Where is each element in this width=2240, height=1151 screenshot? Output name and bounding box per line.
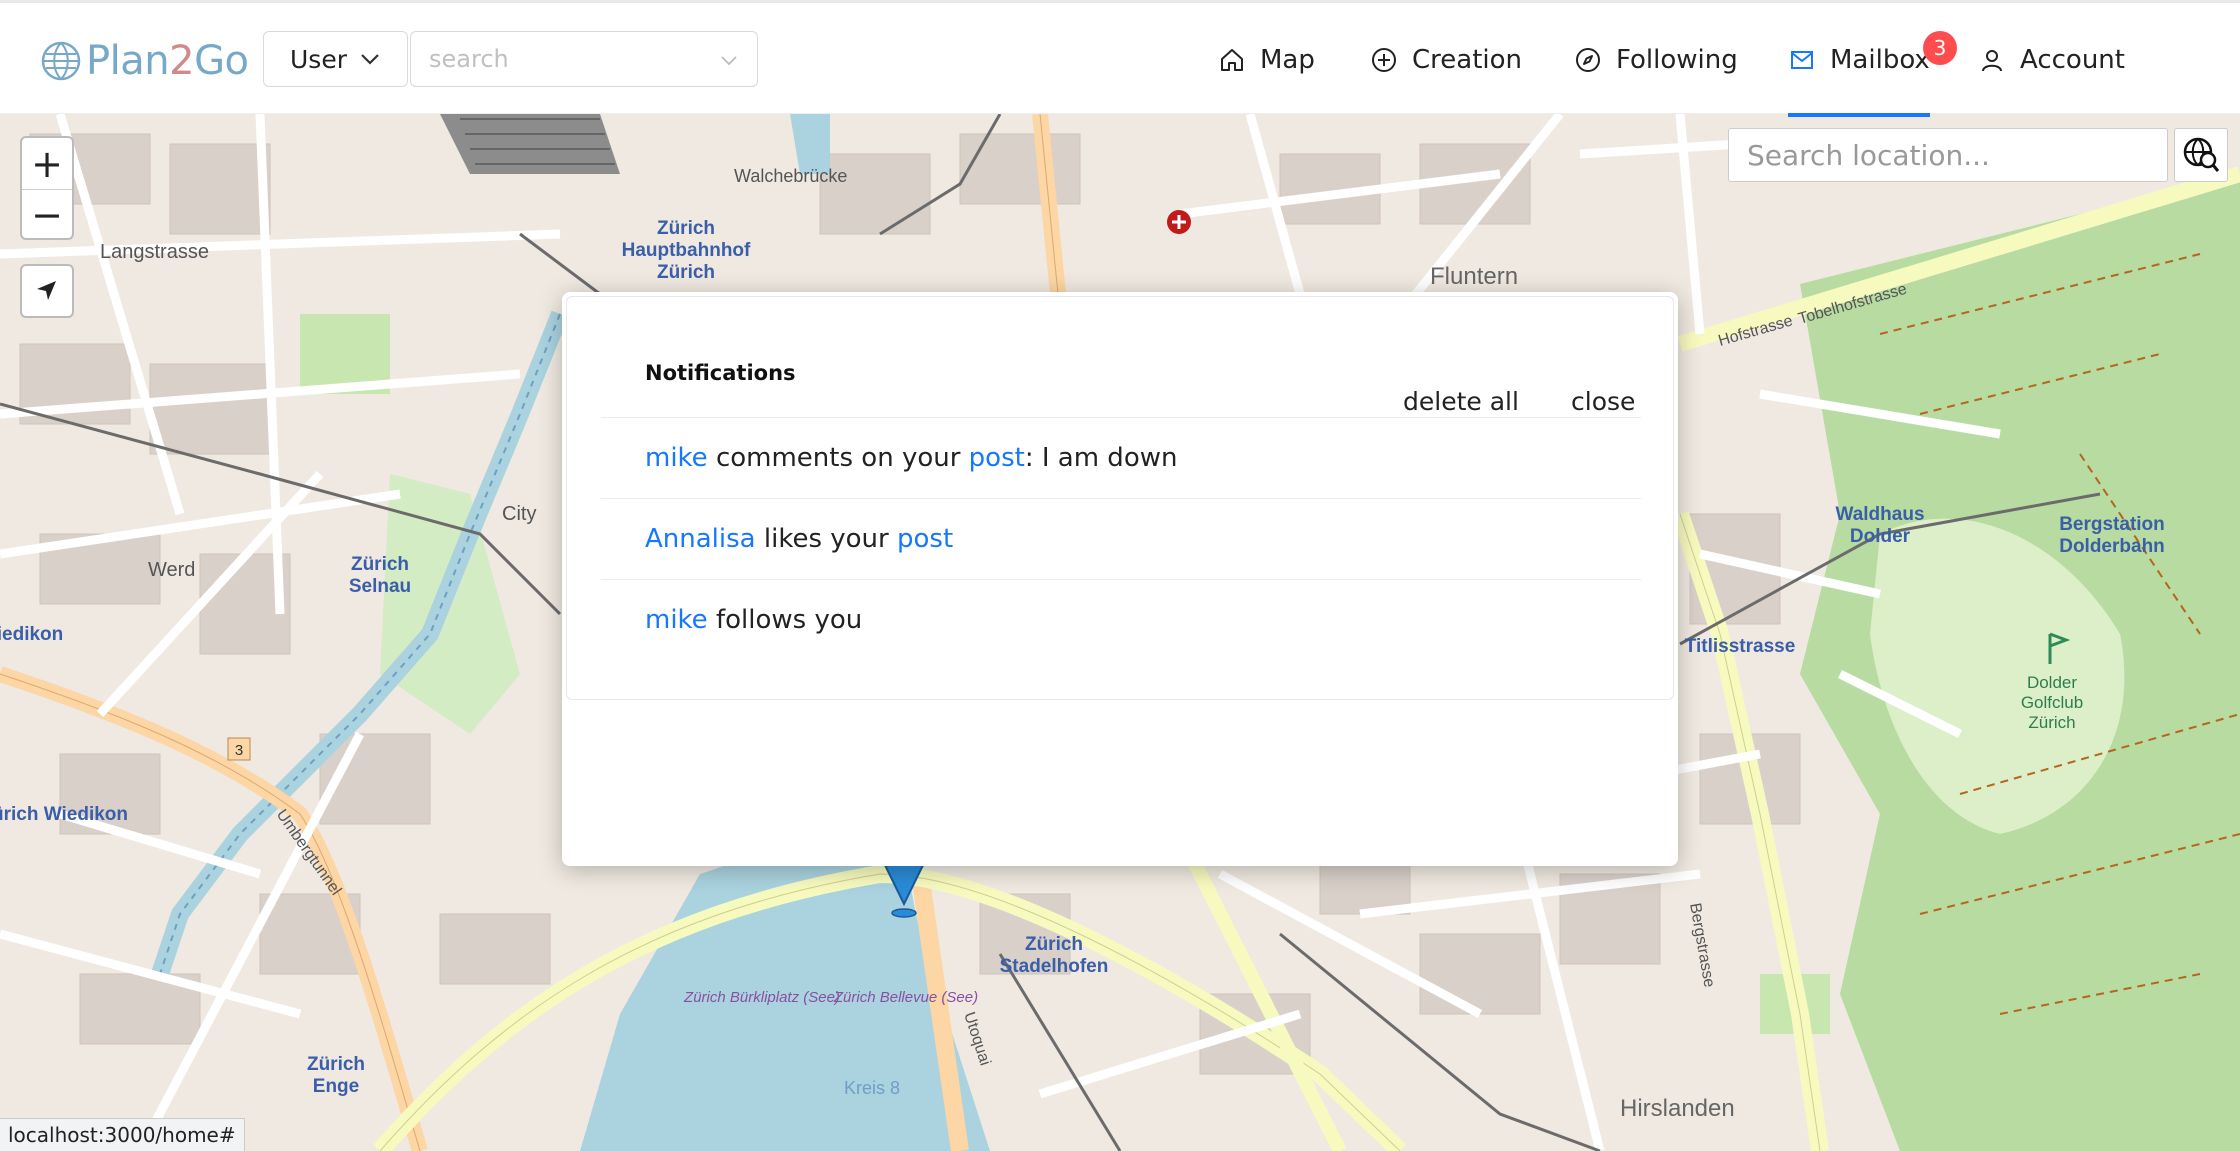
map-label-zurich-selnau: Zürich bbox=[351, 554, 409, 575]
mailbox-badge: 3 bbox=[1923, 31, 1957, 65]
map-label-enge: Enge bbox=[313, 1076, 359, 1097]
map-label-hauptbahnhof: Hauptbahnhof bbox=[622, 240, 751, 261]
map-label-dolder-golf: Dolder bbox=[2027, 673, 2077, 692]
nav-mailbox[interactable]: Mailbox bbox=[1788, 3, 1930, 117]
globe-icon bbox=[41, 41, 81, 81]
notifications-title: Notifications bbox=[645, 361, 796, 385]
map-label-langstrasse: Langstrasse bbox=[100, 241, 209, 263]
map-label-zurich-golf: Zürich bbox=[2028, 713, 2075, 732]
map-label-hirslanden: Hirslanden bbox=[1620, 1095, 1735, 1122]
nav-account[interactable]: Account bbox=[1978, 3, 2125, 117]
map-label-bergstation: Bergstation bbox=[2059, 514, 2165, 535]
notification-text: comments on your bbox=[707, 443, 969, 473]
delete-all-button[interactable]: delete all bbox=[1403, 387, 1519, 416]
map-label-enge-zurich: Zürich bbox=[307, 1054, 365, 1075]
search-placeholder: search bbox=[429, 45, 509, 73]
status-bar-url: localhost:3000/home# bbox=[0, 1118, 245, 1151]
notification-item: mike follows you bbox=[601, 579, 1641, 660]
nav-account-label: Account bbox=[2020, 45, 2125, 75]
location-search-input[interactable]: Search location... bbox=[1728, 128, 2168, 182]
map-label-zurich-hb-2: Zürich bbox=[657, 262, 715, 283]
map-label-city: City bbox=[502, 503, 536, 525]
route-shield-number: 3 bbox=[235, 742, 243, 759]
map-label-dolderbahn: Dolderbahn bbox=[2059, 536, 2165, 557]
map-label-fluntern: Fluntern bbox=[1430, 263, 1518, 290]
map-label-selnau: Selnau bbox=[349, 576, 411, 597]
notification-text: likes your bbox=[755, 524, 897, 554]
close-button[interactable]: close bbox=[1571, 387, 1635, 416]
locate-button[interactable] bbox=[20, 264, 74, 318]
search-select[interactable]: search bbox=[410, 31, 758, 87]
user-icon bbox=[1982, 50, 2002, 72]
nav-creation[interactable]: Creation bbox=[1370, 3, 1522, 117]
location-search-placeholder: Search location... bbox=[1747, 138, 1990, 172]
notification-post-link[interactable]: post bbox=[969, 443, 1025, 473]
nav-following[interactable]: Following bbox=[1574, 3, 1738, 117]
notifications-panel: Notifications delete all close mike comm… bbox=[566, 296, 1674, 700]
notification-item: mike comments on your post : I am down bbox=[601, 417, 1641, 498]
nav-mailbox-label: Mailbox bbox=[1830, 45, 1930, 75]
map-label-titlisstrasse: Titlisstrasse bbox=[1685, 636, 1796, 657]
nav-map-label: Map bbox=[1260, 45, 1315, 75]
map-label-bergstrasse: Bergstrasse bbox=[1686, 902, 1718, 989]
map-label-zurich-wiedikon: ürich Wiedikon bbox=[0, 804, 128, 825]
nav-map[interactable]: Map bbox=[1218, 3, 1315, 117]
map-label-golfclub: Golfclub bbox=[2021, 693, 2083, 712]
map-label-werd: Werd bbox=[148, 559, 195, 581]
notification-text: follows you bbox=[707, 605, 863, 635]
mail-icon bbox=[1791, 51, 1813, 69]
zoom-control: + − bbox=[20, 136, 74, 240]
map-label-waldhaus: Waldhaus bbox=[1835, 504, 1924, 525]
map-label-burkliplatz: Zürich Bürkliplatz (See) bbox=[683, 989, 840, 1006]
home-icon bbox=[1221, 49, 1243, 71]
globe-search-icon bbox=[2183, 137, 2220, 172]
nav-following-label: Following bbox=[1616, 45, 1738, 75]
nav-creation-label: Creation bbox=[1412, 45, 1523, 75]
logo-text: Plan2Go bbox=[86, 38, 249, 84]
active-tab-indicator bbox=[1788, 113, 1930, 117]
map-label-kreis8: Kreis 8 bbox=[844, 1078, 900, 1098]
zoom-in-button[interactable]: + bbox=[22, 138, 72, 189]
location-search-button[interactable] bbox=[2174, 128, 2228, 182]
user-type-select[interactable]: User bbox=[263, 31, 408, 87]
map-label-zurich-hb: Zürich bbox=[657, 218, 715, 239]
navigation-arrow-icon bbox=[37, 281, 56, 300]
map-label-stadelhofen: Stadelhofen bbox=[1000, 956, 1109, 977]
notification-item: Annalisa likes your post bbox=[601, 498, 1641, 579]
compass-icon bbox=[1576, 48, 1600, 72]
map-label-wiedikon: iedikon bbox=[0, 624, 63, 645]
map-label-utoquai: Utoquai bbox=[960, 1010, 993, 1068]
map-label-walchebrucke: Walchebrücke bbox=[734, 166, 847, 186]
map-label-stadelhofen-zurich: Zürich bbox=[1025, 934, 1083, 955]
notifications-modal: Notifications delete all close mike comm… bbox=[562, 292, 1678, 866]
top-header: Plan2Go User search Map Creation Followi… bbox=[0, 0, 2240, 117]
chevron-down-icon bbox=[721, 56, 737, 66]
map-label-bellevue: Zürich Bellevue (See) bbox=[833, 989, 978, 1006]
chevron-down-icon bbox=[361, 54, 379, 65]
notification-suffix: : I am down bbox=[1024, 443, 1178, 473]
notification-user-link[interactable]: mike bbox=[645, 443, 708, 473]
zoom-out-button[interactable]: − bbox=[22, 189, 72, 240]
notification-post-link[interactable]: post bbox=[897, 524, 953, 554]
notification-user-link[interactable]: mike bbox=[645, 605, 708, 635]
app-logo[interactable]: Plan2Go bbox=[40, 36, 249, 86]
plus-circle-icon bbox=[1372, 48, 1396, 72]
map-label-dolder: Dolder bbox=[1850, 526, 1911, 547]
user-type-value: User bbox=[290, 44, 347, 74]
notification-user-link[interactable]: Annalisa bbox=[645, 524, 756, 554]
